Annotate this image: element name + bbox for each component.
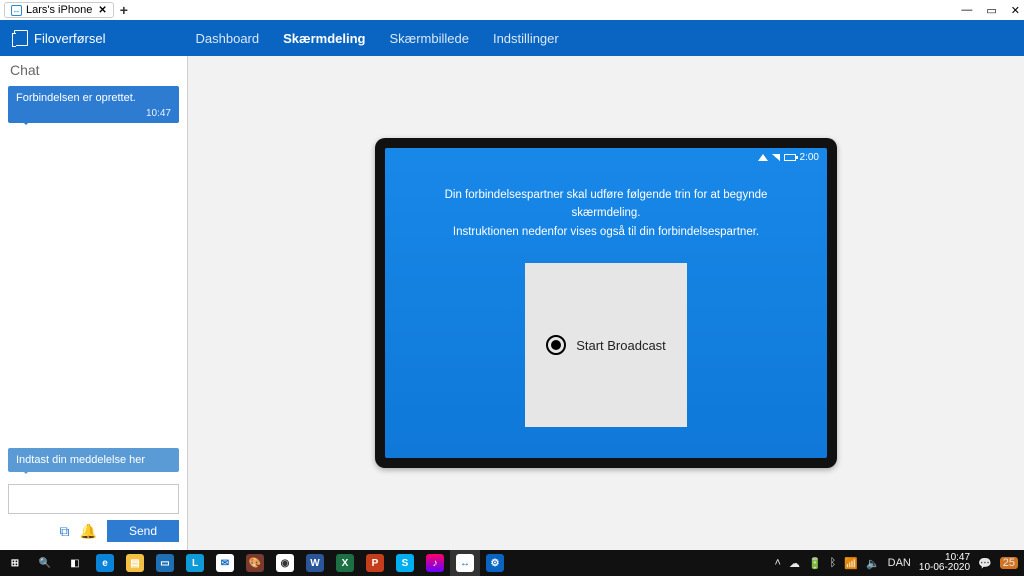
app-excel[interactable]: X: [330, 550, 360, 576]
search-button[interactable]: 🔍: [30, 550, 60, 576]
app-lync[interactable]: L: [180, 550, 210, 576]
tray-volume-icon[interactable]: 🔈: [866, 557, 880, 570]
broadcast-card[interactable]: Start Broadcast: [525, 263, 687, 427]
clock-date: 10-06-2020: [919, 563, 970, 573]
app-chrome[interactable]: ◉: [270, 550, 300, 576]
app-word[interactable]: W: [300, 550, 330, 576]
chat-message: Forbindelsen er oprettet. 10:47: [8, 86, 179, 123]
taskbar: ⊞ 🔍 ◧ e ▤ ▭ L ✉ 🎨 ◉ W X P S ♪ ↔ ⚙ ˄ ☁ 🔋 …: [0, 550, 1024, 576]
minimize-button[interactable]: —: [961, 4, 972, 16]
tray-lang[interactable]: DAN: [888, 557, 911, 569]
tray-network-icon[interactable]: 📶: [844, 557, 858, 570]
tab-dashboard[interactable]: Dashboard: [196, 31, 260, 46]
start-button[interactable]: ⊞: [0, 550, 30, 576]
battery-icon: [784, 154, 796, 161]
app-itunes[interactable]: ♪: [420, 550, 450, 576]
send-button[interactable]: Send: [107, 520, 179, 542]
tab-close-icon[interactable]: ✕: [98, 5, 106, 16]
chat-message-text: Forbindelsen er oprettet.: [16, 92, 136, 104]
new-tab-button[interactable]: +: [120, 2, 128, 18]
taskbar-left: ⊞ 🔍 ◧ e ▤ ▭ L ✉ 🎨 ◉ W X P S ♪ ↔ ⚙: [0, 550, 510, 576]
files-icon: [14, 30, 28, 46]
tab-skaermdeling[interactable]: Skærmdeling: [283, 31, 365, 46]
nudge-icon[interactable]: 🔔: [80, 523, 97, 540]
notification-button[interactable]: 💬: [978, 557, 992, 570]
titlebar: ↔ Lars's iPhone ✕ + — ▭ ✕: [0, 0, 1024, 20]
device-time: 2:00: [800, 152, 819, 163]
maximize-button[interactable]: ▭: [986, 4, 996, 17]
brand-label: Filoverførsel: [34, 31, 106, 46]
wifi-icon: [758, 154, 768, 161]
taskbar-right: ˄ ☁ 🔋 ᛒ 📶 🔈 DAN 10:47 10-06-2020 💬 25: [775, 553, 1024, 573]
app-powerpoint[interactable]: P: [360, 550, 390, 576]
tray-onedrive-icon[interactable]: ☁: [789, 557, 800, 570]
tray-bluetooth-icon[interactable]: ᛒ: [830, 557, 837, 569]
tray-battery-icon[interactable]: 🔋: [808, 557, 822, 570]
tab-skaermbillede[interactable]: Skærmbillede: [389, 31, 468, 46]
window-controls: — ▭ ✕: [961, 0, 1020, 20]
attach-icon[interactable]: ⧉: [60, 523, 70, 540]
teamviewer-icon: ↔: [11, 5, 22, 16]
toolbar: Filoverførsel Dashboard Skærmdeling Skær…: [0, 20, 1024, 56]
app-edge[interactable]: e: [90, 550, 120, 576]
app-teamviewer[interactable]: ↔: [450, 550, 480, 576]
nav: Dashboard Skærmdeling Skærmbillede Indst…: [196, 31, 559, 46]
chat-message-time: 10:47: [16, 108, 171, 119]
record-icon: [546, 335, 566, 355]
tab-indstillinger[interactable]: Indstillinger: [493, 31, 559, 46]
taskbar-clock[interactable]: 10:47 10-06-2020: [919, 553, 970, 573]
app-mail[interactable]: ✉: [210, 550, 240, 576]
chat-input[interactable]: [8, 484, 179, 514]
app-skype[interactable]: S: [390, 550, 420, 576]
chat-panel: Chat Forbindelsen er oprettet. 10:47 Ind…: [0, 56, 188, 550]
file-transfer-button[interactable]: Filoverførsel: [14, 30, 106, 46]
app-settings[interactable]: ⚙: [480, 550, 510, 576]
app-store[interactable]: ▭: [150, 550, 180, 576]
tab-title: Lars's iPhone: [26, 4, 92, 16]
instruction-text: Din forbindelsespartner skal udføre følg…: [385, 186, 827, 241]
chat-title: Chat: [0, 56, 187, 82]
app-paint[interactable]: 🎨: [240, 550, 270, 576]
chat-composer: Indtast din meddelelse her ⧉ 🔔 Send: [0, 442, 187, 550]
device-statusbar: 2:00: [758, 152, 819, 163]
close-button[interactable]: ✕: [1011, 4, 1020, 17]
notification-count[interactable]: 25: [1000, 557, 1018, 569]
broadcast-label: Start Broadcast: [576, 338, 666, 353]
tray-chevron-icon[interactable]: ˄: [775, 557, 781, 569]
chat-hint: Indtast din meddelelse her: [8, 448, 179, 472]
signal-icon: [772, 154, 780, 161]
main: Chat Forbindelsen er oprettet. 10:47 Ind…: [0, 56, 1024, 550]
device-screen: 2:00 Din forbindelsespartner skal udføre…: [385, 148, 827, 458]
device-frame: 2:00 Din forbindelsespartner skal udføre…: [375, 138, 837, 468]
window-tab[interactable]: ↔ Lars's iPhone ✕: [4, 2, 114, 18]
app-explorer[interactable]: ▤: [120, 550, 150, 576]
content: 2:00 Din forbindelsespartner skal udføre…: [188, 56, 1024, 550]
taskview-button[interactable]: ◧: [60, 550, 90, 576]
